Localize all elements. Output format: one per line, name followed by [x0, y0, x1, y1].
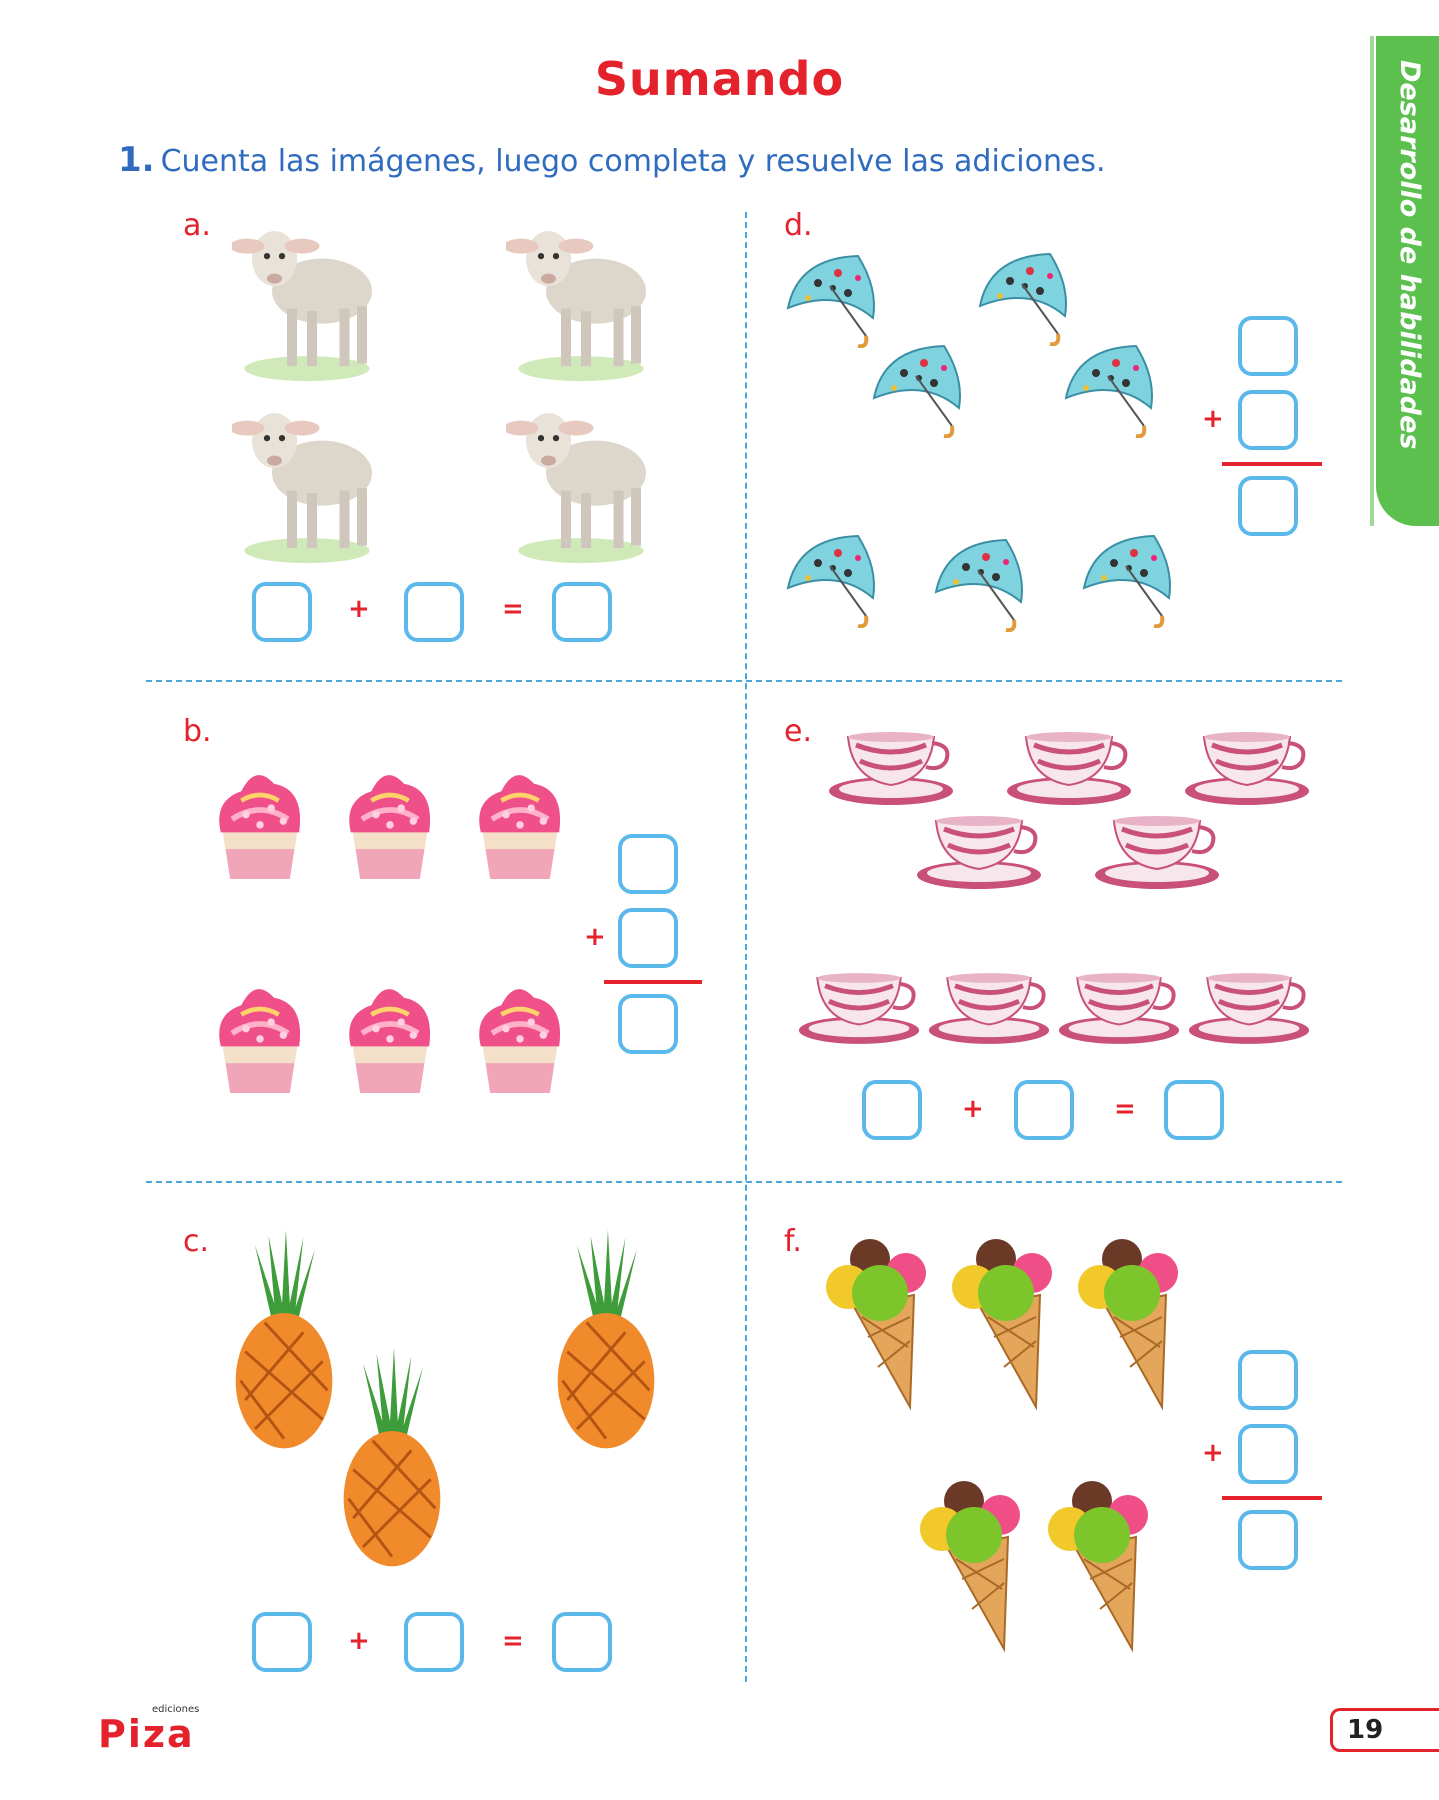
sheep-image — [232, 231, 372, 382]
answer-box-d1[interactable] — [1238, 316, 1298, 376]
cupcake-image — [464, 962, 576, 1112]
answer-box-f1[interactable] — [1238, 1350, 1298, 1410]
teacup-image — [1182, 728, 1312, 810]
pineapple-image — [556, 1228, 656, 1450]
umbrella-image — [786, 254, 876, 348]
plus-sign: + — [962, 1094, 984, 1124]
plus-sign: + — [584, 922, 606, 952]
page-title: Sumando — [594, 52, 845, 106]
horizontal-divider-2 — [146, 1181, 1342, 1183]
ice-cream-image — [951, 1238, 1053, 1408]
answer-box-c1[interactable] — [252, 1612, 312, 1672]
teacup-image — [796, 968, 922, 1050]
cupcake-image — [204, 748, 316, 898]
sum-line — [1222, 1496, 1322, 1500]
answer-box-e2[interactable] — [1014, 1080, 1074, 1140]
umbrella-image — [934, 538, 1024, 632]
equals-sign: = — [502, 1626, 524, 1656]
sum-line — [1222, 462, 1322, 466]
publisher-logo-text: Piza — [98, 1712, 195, 1756]
exercise-a-letter: a. — [183, 208, 211, 243]
horizontal-divider-1 — [146, 680, 1342, 682]
exercise-d-letter: d. — [784, 208, 813, 243]
teacup-image — [926, 968, 1052, 1050]
answer-box-f2[interactable] — [1238, 1424, 1298, 1484]
plus-sign: + — [1202, 404, 1224, 434]
pineapple-image — [234, 1228, 334, 1450]
plus-sign: + — [348, 594, 370, 624]
exercise-c-letter: c. — [183, 1224, 210, 1259]
sum-line — [604, 980, 702, 984]
answer-box-a2[interactable] — [404, 582, 464, 642]
instruction: 1. Cuenta las imágenes, luego completa y … — [118, 140, 1106, 180]
answer-box-b-result[interactable] — [618, 994, 678, 1054]
answer-box-d2[interactable] — [1238, 390, 1298, 450]
answer-box-c2[interactable] — [404, 1612, 464, 1672]
sheep-image — [506, 231, 646, 382]
teacup-image — [1092, 812, 1222, 894]
plus-sign: + — [1202, 1438, 1224, 1468]
ice-cream-image — [825, 1238, 927, 1408]
cupcake-image — [204, 962, 316, 1112]
answer-box-a-result[interactable] — [552, 582, 612, 642]
exercise-b-letter: b. — [183, 714, 212, 749]
answer-box-e1[interactable] — [862, 1080, 922, 1140]
sheep-image — [232, 413, 372, 564]
side-tab-label: Desarrollo de habilidades — [1394, 60, 1425, 450]
exercise-e-letter: e. — [784, 714, 812, 749]
umbrella-image — [1064, 344, 1154, 438]
answer-box-b2[interactable] — [618, 908, 678, 968]
instruction-number: 1. — [118, 140, 155, 180]
exercise-f-letter: f. — [784, 1224, 802, 1259]
plus-sign: + — [348, 1626, 370, 1656]
answer-box-f-result[interactable] — [1238, 1510, 1298, 1570]
umbrella-image — [872, 344, 962, 438]
sheep-image — [506, 413, 646, 564]
umbrella-image — [1082, 534, 1172, 628]
page-number: 19 — [1330, 1708, 1439, 1752]
cupcake-image — [334, 962, 446, 1112]
teacup-image — [1056, 968, 1182, 1050]
answer-box-a1[interactable] — [252, 582, 312, 642]
teacup-image — [1004, 728, 1134, 810]
instruction-text: Cuenta las imágenes, luego completa y re… — [160, 144, 1106, 179]
cupcake-image — [334, 748, 446, 898]
teacup-image — [914, 812, 1044, 894]
side-tab-border — [1370, 36, 1374, 526]
umbrella-image — [978, 252, 1068, 346]
cupcake-image — [464, 748, 576, 898]
teacup-image — [1186, 968, 1312, 1050]
answer-box-d-result[interactable] — [1238, 476, 1298, 536]
answer-box-e-result[interactable] — [1164, 1080, 1224, 1140]
equals-sign: = — [502, 594, 524, 624]
pineapple-image — [342, 1346, 442, 1568]
answer-box-b1[interactable] — [618, 834, 678, 894]
vertical-divider — [745, 212, 747, 1682]
publisher-logo: ediciones Piza — [98, 1704, 208, 1758]
equals-sign: = — [1114, 1094, 1136, 1124]
umbrella-image — [786, 534, 876, 628]
ice-cream-image — [919, 1480, 1021, 1650]
ice-cream-image — [1077, 1238, 1179, 1408]
ice-cream-image — [1047, 1480, 1149, 1650]
teacup-image — [826, 728, 956, 810]
answer-box-c-result[interactable] — [552, 1612, 612, 1672]
